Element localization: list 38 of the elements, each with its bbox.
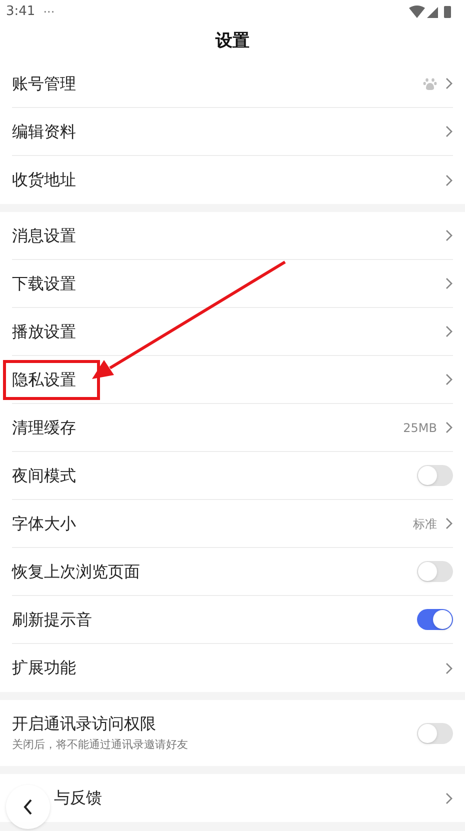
chevron-right-icon <box>445 662 453 674</box>
chevron-right-icon <box>445 77 453 90</box>
setting-label: 开启通讯录访问权限 <box>12 713 156 735</box>
toggle-switch[interactable] <box>417 465 453 486</box>
chevron-right-icon <box>445 229 453 242</box>
chevron-right-icon <box>445 373 453 386</box>
paw-icon <box>423 76 437 90</box>
setting-value: 25MB <box>403 420 437 436</box>
setting-label: 隐私设置 <box>12 368 76 390</box>
setting-label: 收货地址 <box>12 169 76 191</box>
setting-label: 编辑资料 <box>12 120 76 142</box>
setting-label: 夜间模式 <box>12 464 76 486</box>
toggle-switch[interactable] <box>417 722 453 744</box>
chevron-right-icon <box>445 792 453 804</box>
back-icon <box>23 798 33 816</box>
chevron-right-icon <box>445 517 453 530</box>
chevron-right-icon <box>445 277 453 290</box>
chevron-right-icon <box>445 125 453 138</box>
toggle-switch[interactable] <box>417 609 453 630</box>
setting-subtitle: 关闭后，将不能通过通讯录邀请好友 <box>12 737 189 753</box>
chevron-right-icon <box>445 174 453 186</box>
setting-label: 账号管理 <box>12 72 76 94</box>
setting-label: 恢复上次浏览页面 <box>12 560 140 582</box>
chevron-right-icon <box>445 421 453 434</box>
setting-value: 标准 <box>413 516 437 532</box>
setting-label: 消息设置 <box>12 224 76 246</box>
setting-label: 清理缓存 <box>12 416 76 438</box>
status-dots: ··· <box>43 4 55 21</box>
setting-label: 与反馈 <box>54 787 102 809</box>
chevron-right-icon <box>445 325 453 338</box>
page-title: 设置 <box>216 30 250 54</box>
setting-label: 播放设置 <box>12 320 76 342</box>
setting-label: 扩展功能 <box>12 657 76 679</box>
setting-label: 刷新提示音 <box>12 608 92 630</box>
setting-label: 字体大小 <box>12 512 76 534</box>
status-time: 3:41 <box>6 3 36 22</box>
setting-label: 下载设置 <box>12 272 76 294</box>
toggle-switch[interactable] <box>417 561 453 582</box>
